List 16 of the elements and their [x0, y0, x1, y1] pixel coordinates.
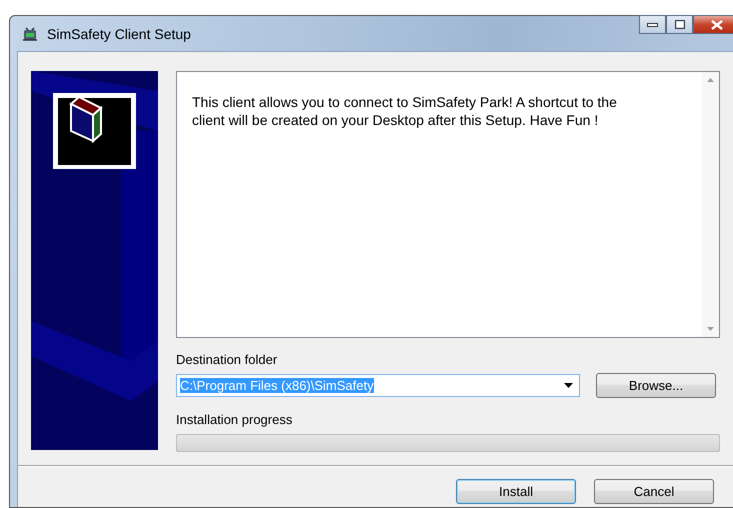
dropdown-arrow-icon[interactable]	[564, 383, 573, 388]
destination-label: Destination folder	[176, 352, 278, 368]
minimize-icon[interactable]	[647, 22, 658, 26]
window-title: SimSafety Client Setup	[47, 26, 191, 42]
maximize-button[interactable]	[666, 15, 693, 34]
close-button[interactable]	[693, 15, 733, 34]
message-text: This client allows you to connect to SimSafety Park! A shortcut to the client will be created on your Desktop after this Setup. Have Fun !	[191, 93, 618, 130]
dialog-button[interactable]: Install	[456, 479, 576, 504]
minimize-button[interactable]	[639, 15, 666, 34]
selected-path-text: C:\Program Files (x86)\SimSafety	[180, 378, 374, 393]
maximize-icon[interactable]	[674, 20, 684, 29]
close-icon[interactable]	[710, 20, 722, 30]
dialog-button[interactable]: Cancel	[594, 479, 714, 504]
progress-label: Installation progress	[176, 412, 292, 428]
browse-button[interactable]: Browse...	[596, 373, 716, 398]
app-icon	[21, 24, 39, 42]
